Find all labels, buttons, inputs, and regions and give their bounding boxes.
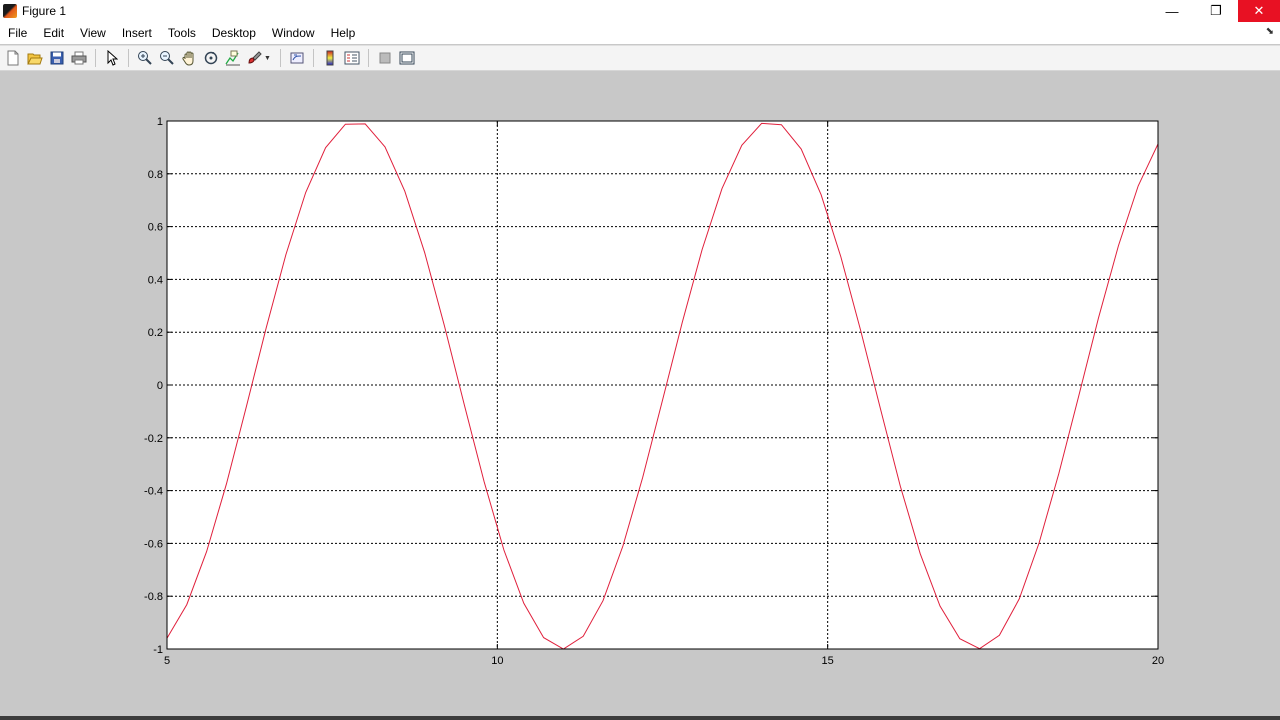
colorbar-icon[interactable] — [320, 48, 340, 68]
brush-dropdown-icon[interactable]: ▼ — [264, 55, 271, 62]
y-tick-label: 1 — [157, 116, 163, 128]
menu-view[interactable]: View — [72, 26, 114, 40]
menu-window[interactable]: Window — [264, 26, 323, 40]
y-tick-label: 0 — [157, 380, 163, 392]
y-tick-label: 0.4 — [148, 274, 163, 286]
x-tick-label: 10 — [491, 655, 503, 667]
figure-canvas: -1 -0.8 -0.6 -0.4 -0.2 0 0.2 0.4 0.6 0.8 1 5 10 15 20 — [0, 72, 1280, 716]
y-tick-label: -0.4 — [144, 486, 163, 498]
y-tick-label: -0.6 — [144, 538, 163, 550]
zoom-in-icon[interactable] — [135, 48, 155, 68]
toolbar-separator — [367, 49, 369, 67]
legend-icon[interactable] — [342, 48, 362, 68]
minimize-button[interactable]: — — [1150, 0, 1194, 22]
data-cursor-icon[interactable] — [223, 48, 243, 68]
y-tick-label: 0.6 — [148, 222, 163, 234]
menu-file[interactable]: File — [0, 26, 35, 40]
y-tick-label: -1 — [153, 644, 163, 656]
window-controls: — ❐ ✕ — [1150, 0, 1280, 22]
y-tick-label: -0.8 — [144, 591, 163, 603]
menu-tools[interactable]: Tools — [160, 26, 204, 40]
window-title: Figure 1 — [22, 4, 67, 18]
open-file-icon[interactable] — [25, 48, 45, 68]
close-button[interactable]: ✕ — [1238, 0, 1280, 22]
toolbar-separator — [279, 49, 281, 67]
figure-toolbar: ▼ — [0, 45, 1280, 71]
x-tick-label: 15 — [822, 655, 834, 667]
title-bar: Figure 1 — ❐ ✕ — [0, 0, 1280, 22]
toolbar-separator — [95, 49, 96, 67]
y-tick-label: 0.8 — [148, 169, 163, 181]
x-tick-label: 5 — [164, 655, 170, 667]
taskbar-edge — [0, 716, 1280, 720]
menu-edit[interactable]: Edit — [35, 26, 72, 40]
y-tick-label: 0.2 — [148, 327, 163, 339]
matlab-logo-icon — [3, 4, 17, 18]
link-plot-icon[interactable] — [287, 48, 307, 68]
menu-bar: File Edit View Insert Tools Desktop Wind… — [0, 22, 1280, 44]
plot-area[interactable]: -1-0.8-0.6-0.4-0.200.20.40.60.815 10 15 20 — [0, 72, 1280, 716]
hide-plot-tools-icon[interactable] — [375, 48, 395, 68]
rotate-3d-icon[interactable] — [201, 48, 221, 68]
zoom-out-icon[interactable] — [157, 48, 177, 68]
toolbar-separator — [312, 49, 314, 67]
menu-insert[interactable]: Insert — [114, 26, 160, 40]
pan-icon[interactable] — [179, 48, 199, 68]
brush-icon[interactable] — [245, 48, 265, 68]
y-tick-label: -0.2 — [144, 433, 163, 445]
edit-plot-icon[interactable] — [102, 48, 122, 68]
menu-help[interactable]: Help — [323, 26, 364, 40]
print-icon[interactable] — [69, 48, 89, 68]
x-tick-label: 20 — [1152, 655, 1164, 667]
menu-desktop[interactable]: Desktop — [204, 26, 264, 40]
new-figure-icon[interactable] — [3, 48, 23, 68]
show-plot-tools-icon[interactable] — [397, 48, 417, 68]
restore-button[interactable]: ❐ — [1194, 0, 1238, 22]
dock-figure-icon[interactable]: ⬊ — [1266, 26, 1274, 37]
save-icon[interactable] — [47, 48, 67, 68]
toolbar-separator — [128, 49, 129, 67]
